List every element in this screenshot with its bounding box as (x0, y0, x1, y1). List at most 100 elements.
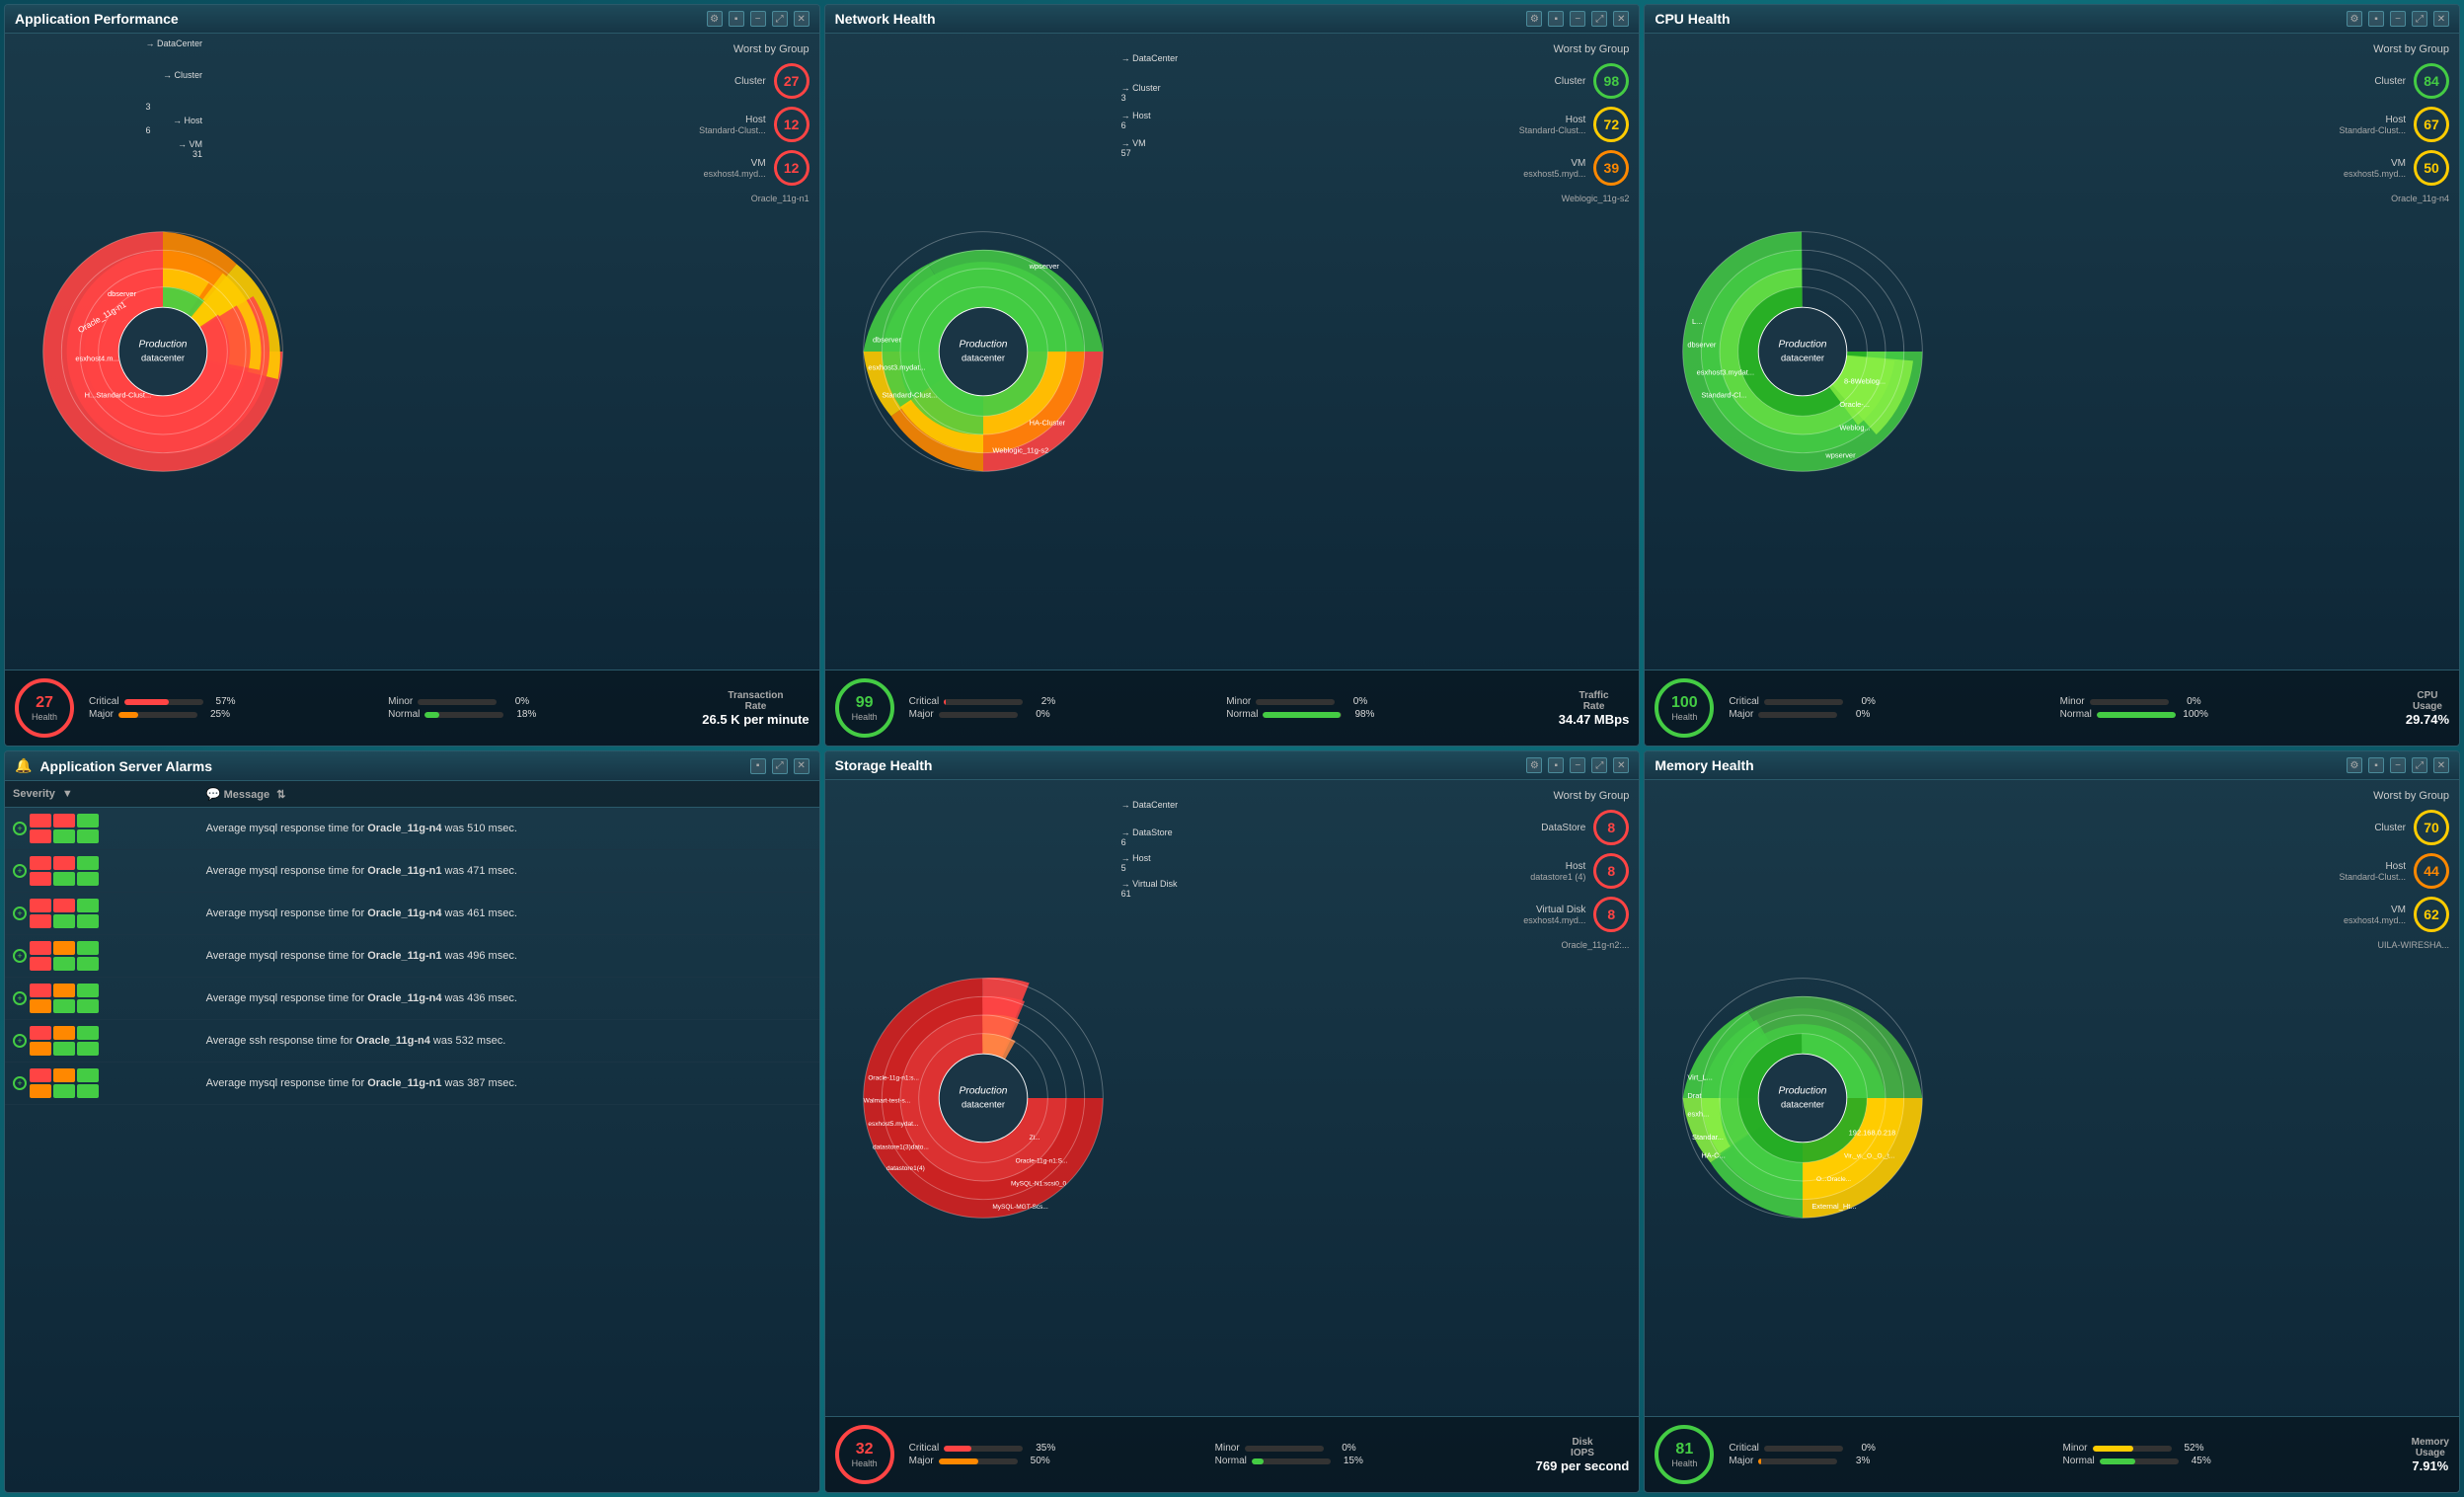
alarm-title: Application Server Alarms (39, 758, 212, 774)
alarm-msg-cell-1: Average mysql response time for Oracle_1… (198, 850, 819, 893)
alarm-square[interactable]: ▪ (750, 758, 766, 774)
alarm-sev-icon-3[interactable]: + (13, 949, 27, 963)
net-num3: 3 (1121, 93, 1179, 103)
cpu-min[interactable]: − (2390, 11, 2406, 27)
mem-square[interactable]: ▪ (2368, 757, 2384, 773)
svg-text:dbserver: dbserver (108, 289, 137, 298)
st-metric: DiskIOPS 769 per second (1536, 1437, 1630, 1473)
alarm-sev-icon-5[interactable]: + (13, 1034, 27, 1048)
st-gear[interactable]: ⚙ (1526, 757, 1542, 773)
cpu-host-badge: 67 (2414, 107, 2449, 142)
alarm-msg-cell-0: Average mysql response time for Oracle_1… (198, 808, 819, 850)
svg-text:dbserver: dbserver (873, 336, 902, 345)
alarm-close[interactable]: ✕ (794, 758, 809, 774)
app-perf-header: Application Performance ⚙ ▪ − ⤢ ✕ (5, 5, 819, 34)
svg-text:Production: Production (138, 339, 187, 350)
svg-text:datacenter: datacenter (1781, 1099, 1824, 1109)
net-cluster-label: Cluster (1555, 76, 1586, 87)
cpu-metric: CPUUsage 29.74% (2406, 690, 2449, 727)
alarm-sev-icon-4[interactable]: + (13, 991, 27, 1005)
mem-expand[interactable]: ⤢ (2412, 757, 2427, 773)
cpu-square[interactable]: ▪ (2368, 11, 2384, 27)
storage-title: Storage Health (835, 757, 933, 773)
alarm-panel: 🔔 Application Server Alarms ▪ ⤢ ✕ Severi… (4, 750, 820, 1493)
alarm-body: Severity ▼ 💬 Message ⇅ + Average mysql re… (5, 781, 819, 1492)
cpu-cluster-entry: Cluster 84 (2281, 63, 2449, 99)
st-min[interactable]: − (1570, 757, 1585, 773)
mem-host-entry: Host Standard-Clust... 44 (2281, 853, 2449, 889)
mem-host-badge: 44 (2414, 853, 2449, 889)
net-vm-label: VM (1523, 158, 1585, 169)
ap-critical-item: Critical 57% (89, 696, 378, 707)
ap-normal-bar (424, 712, 438, 718)
app-perf-gear[interactable]: ⚙ (707, 11, 723, 27)
alarm-sev-icon-6[interactable]: + (13, 1076, 27, 1090)
st-square[interactable]: ▪ (1548, 757, 1564, 773)
memory-controls: ⚙ ▪ − ⤢ ✕ (2347, 757, 2449, 773)
st-wbg: Worst by Group DataStore 8 Host datastor… (1451, 780, 1639, 960)
cpu-host-name: Standard-Clust... (2339, 125, 2406, 135)
svg-text:Oracle-11g-n1:S...: Oracle-11g-n1:S... (1015, 1157, 1067, 1164)
net-expand[interactable]: ⤢ (1591, 11, 1607, 27)
alarm-table-container[interactable]: Severity ▼ 💬 Message ⇅ + Average mysql re… (5, 781, 819, 1492)
net-wbg-title: Worst by Group (1461, 43, 1629, 55)
ap-minor-bar-bg (418, 699, 497, 705)
mem-close[interactable]: ✕ (2433, 757, 2449, 773)
cpu-close[interactable]: ✕ (2433, 11, 2449, 27)
alarm-expand[interactable]: ⤢ (772, 758, 788, 774)
mem-gear[interactable]: ⚙ (2347, 757, 2362, 773)
alarm-controls: ▪ ⤢ ✕ (750, 758, 809, 774)
app-perf-min[interactable]: − (750, 11, 766, 27)
mem-cluster-badge: 70 (2414, 810, 2449, 845)
net-vm-badge: 39 (1593, 150, 1629, 186)
net-dc-label: → DataCenter (1121, 53, 1179, 63)
net-min[interactable]: − (1570, 11, 1585, 27)
alarm-col-severity[interactable]: Severity ▼ (5, 781, 198, 808)
mem-normal: Normal 45% (2062, 1456, 2386, 1466)
svg-text:wpserver: wpserver (1028, 262, 1059, 271)
alarm-severity-cell-0: + (5, 808, 198, 850)
st-num6: 6 (1121, 837, 1179, 847)
app-perf-cluster-entry: Cluster 27 (642, 63, 809, 99)
alarm-msg-cell-6: Average mysql response time for Oracle_1… (198, 1063, 819, 1105)
message-sort-icon: ⇅ (276, 789, 285, 801)
cpu-expand[interactable]: ⤢ (2412, 11, 2427, 27)
app-performance-panel: Application Performance ⚙ ▪ − ⤢ ✕ (4, 4, 820, 747)
st-wbg-title: Worst by Group (1461, 790, 1629, 802)
alarm-sev-icon-0[interactable]: + (13, 822, 27, 835)
app-perf-expand[interactable]: ⤢ (772, 11, 788, 27)
mem-minor: Minor 52% (2062, 1443, 2386, 1454)
app-perf-vm-entry: VM esxhost4.myd... 12 (642, 150, 809, 186)
mem-health-circle: 81 Health (1655, 1425, 1714, 1484)
app-perf-wbg-title: Worst by Group (642, 43, 809, 55)
mem-wbg-title: Worst by Group (2281, 790, 2449, 802)
app-perf-close[interactable]: ✕ (794, 11, 809, 27)
storage-chart-area: Production datacenter Oracle-11g-n1:s...… (825, 780, 1640, 1416)
st-vd-entry: Virtual Disk esxhost4.myd... 8 (1461, 897, 1629, 932)
svg-text:HA-Cluster: HA-Cluster (1029, 419, 1065, 428)
network-stats: 99 Health Critical 2% Minor 0% (825, 670, 1640, 746)
net-square[interactable]: ▪ (1548, 11, 1564, 27)
cpu-cluster-badge: 84 (2414, 63, 2449, 99)
st-num61: 61 (1121, 889, 1179, 899)
alarm-col-message[interactable]: 💬 Message ⇅ (198, 781, 819, 808)
ap-major-label: Major (89, 709, 114, 720)
app-perf-controls: ⚙ ▪ − ⤢ ✕ (707, 11, 809, 27)
cpu-gear[interactable]: ⚙ (2347, 11, 2362, 27)
st-expand[interactable]: ⤢ (1591, 757, 1607, 773)
net-gear[interactable]: ⚙ (1526, 11, 1542, 27)
st-close[interactable]: ✕ (1613, 757, 1629, 773)
net-metric-value: 34.47 MBps (1559, 712, 1630, 727)
mem-min[interactable]: − (2390, 757, 2406, 773)
svg-text:datacenter: datacenter (962, 1099, 1005, 1109)
app-perf-square[interactable]: ▪ (729, 11, 744, 27)
alarm-row-6: + Average mysql response time for Oracle_… (5, 1063, 819, 1105)
alarm-sev-icon-2[interactable]: + (13, 906, 27, 920)
net-close[interactable]: ✕ (1613, 11, 1629, 27)
ap-major-item: Major 25% (89, 709, 378, 720)
cpu-controls: ⚙ ▪ − ⤢ ✕ (2347, 11, 2449, 27)
alarm-panel-header-inner: 🔔 Application Server Alarms (15, 757, 212, 774)
svg-text:Standard-Clust...: Standard-Clust... (882, 391, 937, 400)
svg-text:O...Oracle...: O...Oracle... (1816, 1176, 1851, 1183)
alarm-sev-icon-1[interactable]: + (13, 864, 27, 878)
